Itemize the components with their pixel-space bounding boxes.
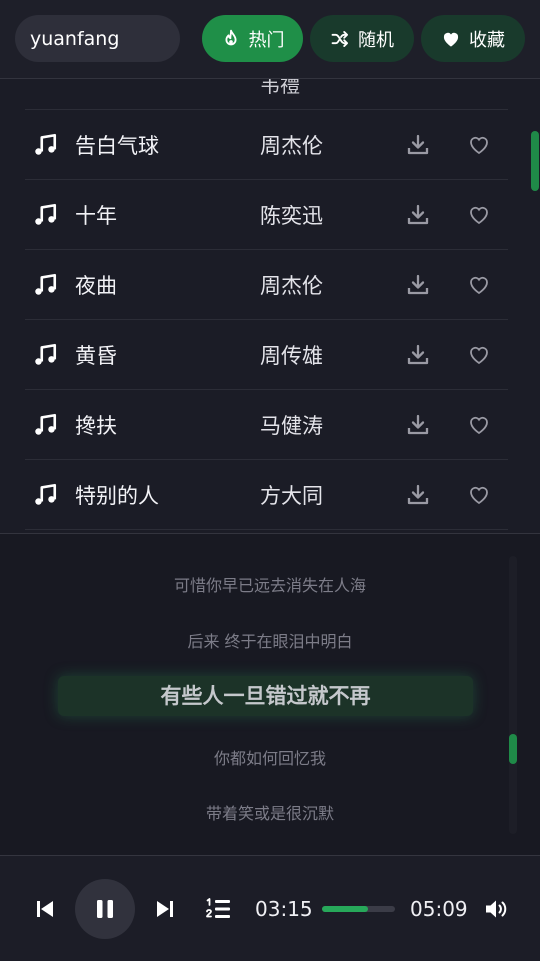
music-note-icon bbox=[35, 273, 57, 295]
song-artist: 周传雄 bbox=[260, 344, 323, 368]
song-title: 搀扶 bbox=[75, 414, 117, 438]
song-row[interactable]: 搀扶 马健涛 bbox=[25, 390, 508, 460]
next-button[interactable] bbox=[155, 899, 175, 919]
previous-button[interactable] bbox=[35, 899, 55, 919]
heart-outline-icon[interactable] bbox=[467, 203, 491, 227]
song-list-scrollbar[interactable] bbox=[531, 131, 539, 191]
song-artist: 周杰伦 bbox=[260, 274, 323, 298]
song-row[interactable]: 十年 陈奕迅 bbox=[25, 180, 508, 250]
search-input[interactable] bbox=[30, 27, 170, 50]
pause-icon bbox=[97, 900, 113, 918]
song-title: 告白气球 bbox=[75, 134, 159, 158]
song-title: 十年 bbox=[75, 204, 117, 228]
flame-icon bbox=[225, 29, 236, 45]
skip-next-icon bbox=[157, 901, 173, 917]
download-icon[interactable] bbox=[406, 343, 430, 367]
search-box[interactable] bbox=[15, 15, 180, 62]
download-icon[interactable] bbox=[406, 413, 430, 437]
music-note-icon bbox=[35, 343, 57, 365]
music-note-icon bbox=[35, 483, 57, 505]
song-artist: 马健涛 bbox=[260, 414, 323, 438]
song-title: 黄昏 bbox=[75, 344, 117, 368]
song-row[interactable]: 告白气球 周杰伦 bbox=[25, 110, 508, 180]
song-title: 夜曲 bbox=[75, 274, 117, 298]
lyric-line: 可惜你早已远去消失在人海 bbox=[173, 576, 366, 595]
player-bar: 03:15 05:09 bbox=[0, 855, 540, 961]
music-note-icon bbox=[35, 413, 57, 435]
progress-fill bbox=[322, 906, 368, 912]
hot-tab-label: 热门 bbox=[248, 29, 285, 51]
music-note-icon bbox=[35, 133, 57, 155]
playlist-icon bbox=[206, 898, 230, 918]
download-icon[interactable] bbox=[406, 133, 430, 157]
lyrics-scrollbar-track[interactable] bbox=[509, 556, 517, 834]
download-icon[interactable] bbox=[406, 483, 430, 507]
playlist-button[interactable] bbox=[205, 897, 231, 921]
song-artist: 陈奕迅 bbox=[260, 204, 323, 228]
song-row[interactable]: 特别的人 方大同 bbox=[25, 460, 508, 530]
favorites-tab-label: 收藏 bbox=[469, 29, 505, 51]
heart-icon bbox=[443, 32, 459, 46]
progress-bar[interactable] bbox=[322, 906, 395, 912]
song-artist: 周杰伦 bbox=[260, 134, 323, 158]
song-title: 特别的人 bbox=[75, 484, 159, 508]
lyric-line: 你都如何回忆我 bbox=[213, 749, 326, 768]
volume-icon bbox=[486, 900, 507, 918]
skip-previous-icon bbox=[37, 901, 53, 917]
lyric-line: 后来 终于在眼泪中明白 bbox=[187, 632, 353, 651]
lyrics-scrollbar[interactable] bbox=[509, 734, 517, 764]
song-list[interactable]: 韦禮 告白气球 周杰伦 十年 陈奕迅 夜曲 周杰伦 黄昏 周传雄 搀扶 马健涛 bbox=[0, 79, 540, 533]
heart-outline-icon[interactable] bbox=[467, 133, 491, 157]
random-tab-button[interactable]: 随机 bbox=[310, 15, 414, 62]
hot-tab-button[interactable]: 热门 bbox=[202, 15, 303, 62]
lyrics-panel[interactable]: 可惜你早已远去消失在人海 后来 终于在眼泪中明白 有些人一旦错过就不再 你都如何… bbox=[0, 533, 540, 856]
music-note-icon bbox=[35, 203, 57, 225]
top-bar: 热门 随机 收藏 bbox=[0, 0, 540, 79]
heart-outline-icon[interactable] bbox=[467, 413, 491, 437]
pause-button[interactable] bbox=[75, 879, 135, 939]
song-artist: 方大同 bbox=[260, 484, 323, 508]
download-icon[interactable] bbox=[406, 203, 430, 227]
shuffle-icon bbox=[331, 30, 348, 47]
total-time: 05:09 bbox=[410, 897, 468, 921]
partial-row-artist: 韦禮 bbox=[260, 79, 300, 97]
heart-outline-icon[interactable] bbox=[467, 483, 491, 507]
heart-outline-icon[interactable] bbox=[467, 273, 491, 297]
current-time: 03:15 bbox=[255, 897, 313, 921]
song-row[interactable]: 黄昏 周传雄 bbox=[25, 320, 508, 390]
song-row[interactable]: 夜曲 周杰伦 bbox=[25, 250, 508, 320]
lyric-line: 带着笑或是很沉默 bbox=[205, 804, 334, 823]
favorites-tab-button[interactable]: 收藏 bbox=[421, 15, 525, 62]
volume-button[interactable] bbox=[484, 897, 510, 921]
random-tab-label: 随机 bbox=[358, 29, 394, 51]
lyric-line-current: 有些人一旦错过就不再 bbox=[58, 676, 473, 716]
heart-outline-icon[interactable] bbox=[467, 343, 491, 367]
download-icon[interactable] bbox=[406, 273, 430, 297]
